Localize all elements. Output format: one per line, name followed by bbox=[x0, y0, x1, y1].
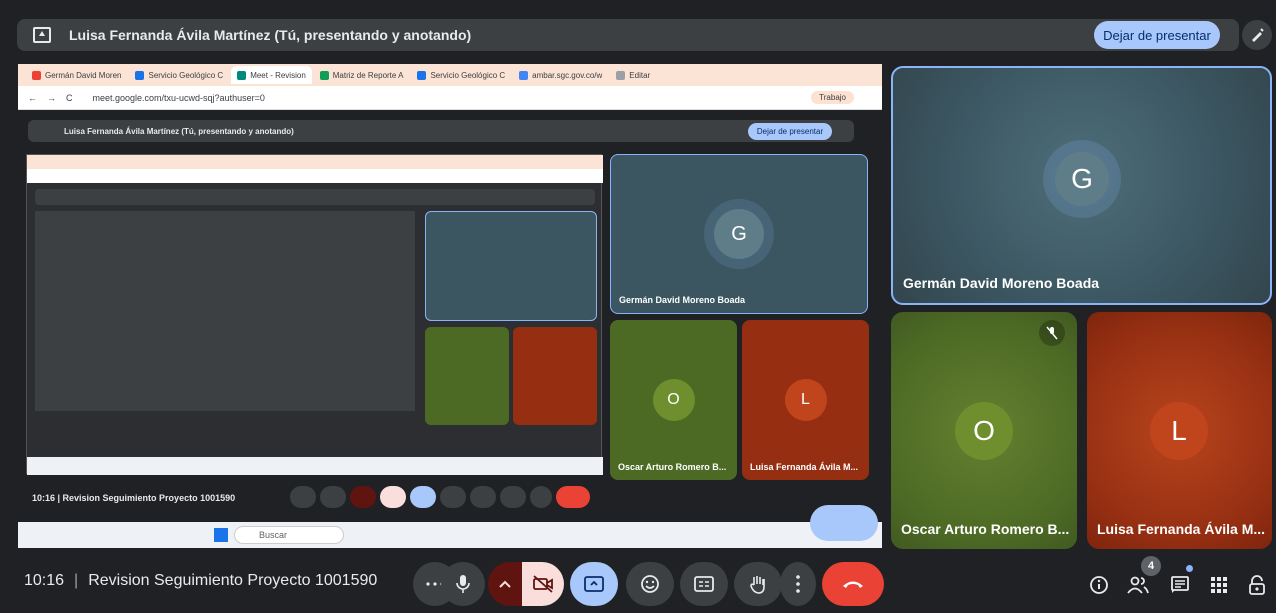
floating-controls-button[interactable] bbox=[810, 505, 878, 541]
tab-label: Editar bbox=[629, 70, 651, 80]
participant-tile-oscar[interactable]: O Oscar Arturo Romero B... bbox=[891, 312, 1077, 549]
reload-icon: C bbox=[66, 92, 73, 103]
participant-name: Germán David Moreno Boada bbox=[619, 295, 746, 305]
avatar: O bbox=[652, 379, 695, 421]
tab-label: Servicio Geológico C bbox=[430, 70, 506, 80]
presenting-title: Luisa Fernanda Ávila Martínez (Tú, prese… bbox=[69, 27, 472, 43]
chat-notification-dot bbox=[1186, 565, 1193, 572]
shared-tile-luisa: L Luisa Fernanda Ávila M... bbox=[742, 320, 869, 480]
favicon-icon bbox=[417, 70, 427, 80]
browser-tab: Servicio Geológico C bbox=[411, 66, 511, 84]
meeting-name: Revision Seguimiento Proyecto 1001590 bbox=[88, 572, 378, 589]
avatar: L bbox=[1150, 402, 1208, 460]
chat-icon[interactable] bbox=[1168, 573, 1192, 597]
avatar: L bbox=[784, 379, 827, 421]
more-vertical-icon[interactable] bbox=[780, 562, 816, 606]
chevron-up-icon bbox=[499, 580, 511, 588]
tab-label: Matriz de Reporte A bbox=[332, 70, 404, 80]
browser-tab: Servicio Geológico C bbox=[129, 66, 229, 84]
shared-controls bbox=[290, 486, 590, 510]
shared-tile-german: G Germán David Moreno Boada bbox=[610, 154, 868, 314]
favicon-icon bbox=[616, 70, 626, 80]
tab-label: ambar.sgc.gov.co/w bbox=[532, 70, 603, 80]
presenting-bar: Luisa Fernanda Ávila Martínez (Tú, prese… bbox=[17, 19, 1239, 51]
captions-icon[interactable] bbox=[680, 562, 728, 606]
shared-meeting-info: 10:16 | Revision Seguimiento Proyecto 10… bbox=[32, 493, 236, 503]
favicon-icon bbox=[32, 70, 41, 80]
browser-tab: ambar.sgc.gov.co/w bbox=[513, 66, 608, 84]
mic-off-icon bbox=[1039, 320, 1065, 346]
shared-meet-view: Luisa Fernanda Ávila Martínez (Tú, prese… bbox=[18, 110, 882, 548]
shared-taskbar: Buscar bbox=[18, 522, 882, 548]
shared-stop-button: Dejar de presentar bbox=[748, 123, 832, 140]
stop-presenting-button[interactable]: Dejar de presentar bbox=[1094, 21, 1220, 49]
forward-icon: → bbox=[47, 92, 56, 103]
browser-tab: Meet - Revision bbox=[231, 66, 312, 84]
meeting-info: 10:16 | Revision Seguimiento Proyecto 1001… bbox=[24, 572, 378, 589]
taskbar-search: Buscar bbox=[234, 526, 344, 544]
meeting-time: 10:16 bbox=[24, 572, 65, 589]
people-icon[interactable] bbox=[1126, 573, 1150, 597]
avatar: O bbox=[955, 402, 1013, 460]
favicon-icon bbox=[319, 70, 329, 80]
profile-chip: Trabajo bbox=[811, 91, 854, 104]
camera-options-button[interactable] bbox=[488, 562, 522, 606]
nested-screen-capture bbox=[26, 154, 603, 475]
browser-tab: Editar bbox=[610, 66, 656, 84]
tab-label: Meet - Revision bbox=[250, 70, 306, 80]
present-screen-icon bbox=[33, 27, 51, 43]
back-icon: ← bbox=[28, 92, 37, 103]
mic-icon[interactable] bbox=[441, 562, 485, 606]
avatar: G bbox=[714, 209, 764, 259]
participant-name: Oscar Arturo Romero B... bbox=[901, 521, 1070, 537]
shared-presenting-bar: Luisa Fernanda Ávila Martínez (Tú, prese… bbox=[28, 120, 854, 142]
favicon-icon bbox=[519, 70, 529, 80]
participant-name: Oscar Arturo Romero B... bbox=[618, 462, 727, 472]
browser-tab: Germán David Moren bbox=[26, 66, 127, 84]
shared-screen: Germán David Moren Servicio Geológico C Me… bbox=[18, 64, 882, 548]
emoji-icon[interactable] bbox=[626, 562, 674, 606]
participant-tile-luisa[interactable]: L Luisa Fernanda Ávila M... bbox=[1087, 312, 1272, 549]
camera-off-icon[interactable] bbox=[522, 562, 564, 606]
people-count-badge: 4 bbox=[1141, 556, 1161, 576]
present-screen-icon[interactable] bbox=[570, 562, 618, 606]
tab-label: Germán David Moren bbox=[45, 70, 122, 80]
participant-name: Luisa Fernanda Ávila M... bbox=[750, 462, 859, 472]
participant-name: Germán David Moreno Boada bbox=[903, 275, 1100, 291]
hangup-icon[interactable] bbox=[822, 562, 884, 606]
browser-address-bar: ← → C meet.google.com/txu-ucwd-sqj?authu… bbox=[18, 86, 882, 110]
favicon-icon bbox=[237, 70, 247, 80]
host-controls-icon[interactable] bbox=[1245, 573, 1269, 597]
info-icon[interactable] bbox=[1087, 573, 1111, 597]
raise-hand-icon[interactable] bbox=[734, 562, 782, 606]
browser-tab-strip: Germán David Moren Servicio Geológico C Me… bbox=[18, 64, 882, 86]
apps-grid-icon[interactable] bbox=[1207, 573, 1231, 597]
url-text: meet.google.com/txu-ucwd-sqj?authuser=0 bbox=[92, 92, 265, 103]
participant-tile-german[interactable]: G Germán David Moreno Boada bbox=[891, 66, 1272, 305]
avatar: G bbox=[1055, 152, 1109, 206]
call-controls-bar: 10:16 | Revision Seguimiento Proyecto 1001… bbox=[0, 555, 1276, 613]
favicon-icon bbox=[135, 70, 145, 80]
annotate-pen-icon[interactable] bbox=[1242, 20, 1272, 50]
participant-name: Luisa Fernanda Ávila M... bbox=[1097, 521, 1266, 537]
browser-tab: Matriz de Reporte A bbox=[314, 66, 410, 84]
tab-label: Servicio Geológico C bbox=[148, 70, 224, 80]
shared-tile-oscar: O Oscar Arturo Romero B... bbox=[610, 320, 737, 480]
